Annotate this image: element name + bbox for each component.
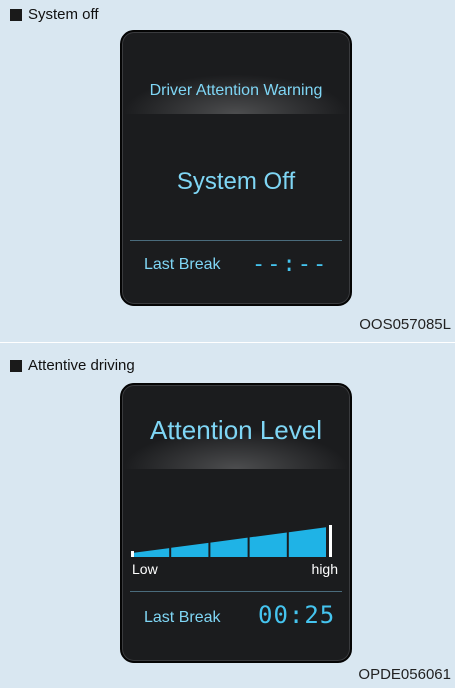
level-low-label: Low <box>132 561 158 577</box>
last-break-label: Last Break <box>144 256 221 273</box>
cluster-screen-attention: Attention Level Low high Last Break 00:2… <box>120 383 352 663</box>
screen-title: Attention Level <box>149 415 322 445</box>
attention-bar-segment <box>288 527 326 557</box>
divider <box>130 591 342 592</box>
high-end-marker <box>329 525 332 557</box>
attention-level-bar <box>131 525 332 557</box>
attention-bar-segment <box>171 542 209 557</box>
attention-bar-segment <box>210 537 248 557</box>
figure-code: OPDE056061 <box>358 666 451 683</box>
caption-attentive-driving: Attentive driving <box>10 357 135 374</box>
attention-bar-segment <box>249 532 287 557</box>
last-break-time: --:-- <box>252 252 329 277</box>
square-bullet-icon <box>10 8 22 21</box>
system-off-panel: System off Driver Attention Warning Syst… <box>0 0 455 342</box>
figure-code: OOS057085L <box>359 316 451 333</box>
cluster-screen-system-off: Driver Attention Warning System Off Last… <box>120 30 352 306</box>
screen-title: Driver Attention Warning <box>149 82 323 99</box>
divider <box>130 240 342 241</box>
caption-system-off: System off <box>10 6 99 23</box>
caption-text: Attentive driving <box>28 357 135 374</box>
attentive-driving-panel: Attentive driving Attention Level Low hi… <box>0 342 455 688</box>
square-bullet-icon <box>10 359 22 372</box>
last-break-label: Last Break <box>144 609 221 626</box>
attention-bar-segment <box>132 548 170 557</box>
low-end-marker <box>131 551 134 557</box>
level-high-label: high <box>311 561 338 577</box>
caption-text: System off <box>28 6 99 23</box>
last-break-time: 00:25 <box>258 601 336 629</box>
system-status: System Off <box>176 168 296 195</box>
